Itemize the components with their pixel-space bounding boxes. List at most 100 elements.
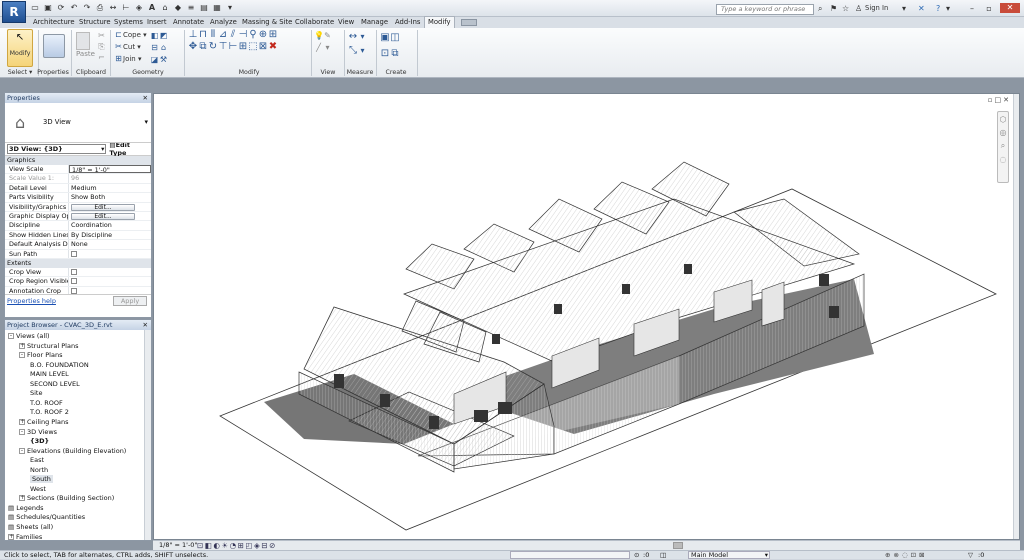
section-icon[interactable]: ◆ [173, 3, 183, 13]
workset-field[interactable] [510, 551, 630, 559]
browser-node[interactable]: T.O. ROOF [30, 399, 63, 408]
thin-lines-icon[interactable]: ≡ [186, 3, 196, 13]
properties-icon[interactable] [43, 34, 65, 58]
property-value[interactable] [69, 250, 151, 258]
tag-icon[interactable]: ◈ [134, 3, 144, 13]
close-browser-icon[interactable]: ✕ [143, 320, 148, 330]
measure-between-icon[interactable]: ↔ [348, 32, 358, 42]
cut-button[interactable]: ✂Cut ▾ [114, 42, 141, 52]
cope-button[interactable]: ⊏Cope ▾ [114, 30, 147, 40]
cut-clipboard-icon[interactable]: ✂ [97, 31, 106, 40]
similar-icon[interactable]: ⧉ [390, 49, 400, 59]
property-value[interactable]: By Discipline [69, 231, 151, 239]
expand-icon[interactable]: + [19, 342, 25, 349]
user-icon[interactable]: ♙ [855, 3, 862, 14]
browser-node[interactable]: ▤ Schedules/Quantities [8, 513, 85, 522]
override-graphics-icon[interactable]: ✎ [323, 31, 332, 40]
open-icon[interactable]: ▭ [30, 3, 40, 13]
category-graphics[interactable]: Graphics [5, 156, 151, 165]
offset-icon[interactable]: ⊓ [198, 30, 208, 40]
print-icon[interactable]: ⎙ [95, 3, 105, 13]
switch-windows-icon[interactable]: ▦ [212, 3, 222, 13]
create-group-icon[interactable]: ⊡ [380, 49, 390, 59]
tab-massing-site[interactable]: Massing & Site [241, 17, 293, 28]
browser-node[interactable]: - Elevations (Building Elevation) [19, 447, 126, 456]
scale-icon[interactable]: ⬚ [248, 42, 258, 52]
collapse-icon[interactable]: - [8, 333, 14, 339]
ribbon-minimize-toggle[interactable] [461, 19, 477, 26]
horizontal-scroll-thumb[interactable] [673, 542, 683, 549]
browser-node[interactable]: MAIN LEVEL [30, 370, 69, 379]
trim-icon[interactable]: ⊤ [218, 42, 228, 52]
create-parts-icon[interactable]: ◫ [390, 33, 400, 43]
edit-button[interactable]: Edit... [71, 203, 135, 211]
view-window-controls[interactable]: ▫□✕ [988, 96, 1011, 104]
checkbox[interactable] [71, 250, 77, 257]
browser-node[interactable]: South [30, 475, 53, 484]
tab-structure[interactable]: Structure [78, 17, 112, 28]
tab-collaborate[interactable]: Collaborate [294, 17, 335, 28]
orbit-icon[interactable]: ◌ [998, 155, 1008, 164]
browser-node[interactable]: T.O. ROOF 2 [30, 408, 69, 417]
unpin-element-icon[interactable]: ⊠ [258, 42, 268, 52]
property-value[interactable]: 96 [69, 174, 151, 182]
collapse-icon[interactable]: - [19, 352, 25, 359]
select-panel-label[interactable]: Select ▾ [3, 68, 37, 78]
align-icon[interactable]: ⊥ [188, 30, 198, 40]
view-scale-control[interactable]: 1/8" = 1'-0" [159, 541, 197, 550]
vertical-scrollbar[interactable] [1013, 94, 1019, 539]
property-value[interactable]: Coordination [69, 221, 151, 229]
tab-systems[interactable]: Systems [113, 17, 144, 28]
browser-node[interactable]: + Ceiling Plans [19, 418, 68, 427]
remove-paint-icon[interactable]: ◪ [150, 55, 159, 64]
save-icon[interactable]: ▣ [43, 3, 53, 13]
split-element-icon[interactable]: ⫽ [228, 30, 238, 40]
trim-single-icon[interactable]: ⊢ [228, 42, 238, 52]
search-input[interactable]: Type a keyword or phrase [716, 4, 814, 15]
view-control-icons[interactable]: ⊡◧◐☀◔⊞◰◈⊟⊘ [197, 541, 277, 550]
mirror-axis-icon[interactable]: ⫴ [208, 30, 218, 40]
checkbox[interactable] [71, 268, 77, 275]
edit-button[interactable]: Edit... [71, 212, 135, 220]
array-icon[interactable]: ⊞ [238, 42, 248, 52]
communication-icon[interactable]: ⚑ [830, 3, 837, 14]
aligned-dimension-icon[interactable]: ⤡ [348, 46, 358, 56]
property-value[interactable] [69, 287, 151, 294]
browser-node[interactable]: North [30, 466, 48, 475]
tab-insert[interactable]: Insert [146, 17, 168, 28]
steering-wheel-icon[interactable]: ◎ [998, 128, 1008, 137]
edit-type-button[interactable]: ▤Edit Type [109, 141, 149, 157]
split-face-icon[interactable]: ◧ [150, 31, 159, 40]
pin-icon[interactable]: ⚲ [248, 30, 258, 40]
help-dropdown-icon[interactable]: ▾ [946, 3, 950, 14]
browser-node[interactable]: Site [30, 389, 42, 398]
checkbox[interactable] [71, 287, 77, 294]
hide-element-icon[interactable]: 💡 [314, 31, 324, 40]
close-hidden-icon[interactable]: ▤ [199, 3, 209, 13]
minimize-button[interactable]: – [965, 3, 979, 14]
property-value[interactable]: Medium [69, 184, 151, 192]
viewcube-icon[interactable]: ⬡ [998, 115, 1008, 124]
apply-button[interactable]: Apply [113, 296, 147, 306]
mirror-draw-icon[interactable]: ⊿ [218, 30, 228, 40]
zoom-icon[interactable]: ⌕ [998, 141, 1008, 151]
browser-node[interactable]: + Families [8, 533, 42, 540]
linework-icon[interactable]: ╱ [314, 43, 323, 52]
text-icon[interactable]: A [147, 3, 157, 13]
paste-icon[interactable] [76, 32, 90, 50]
tab-manage[interactable]: Manage [360, 17, 389, 28]
browser-node[interactable]: + Sections (Building Section) [19, 494, 114, 503]
search-binoculars-icon[interactable]: ⌕ [818, 3, 822, 14]
sign-in-link[interactable]: Sign In [865, 3, 888, 14]
properties-help-link[interactable]: Properties help [7, 297, 56, 305]
move-icon[interactable]: ✥ [188, 42, 198, 52]
close-properties-icon[interactable]: ✕ [143, 93, 148, 103]
demolish-icon[interactable]: ⌂ [159, 43, 168, 52]
wall-joins-icon[interactable]: ⊟ [150, 43, 159, 52]
create-assembly-icon[interactable]: ▣ [380, 33, 390, 43]
property-value[interactable]: 1/8" = 1'-0" [69, 165, 151, 174]
hammer-icon[interactable]: ⚒ [159, 55, 168, 64]
measure-dropdown-icon[interactable]: ▾ [358, 32, 367, 41]
measure-icon[interactable]: ↔ [108, 3, 118, 13]
undo-icon[interactable]: ↶ [69, 3, 79, 13]
